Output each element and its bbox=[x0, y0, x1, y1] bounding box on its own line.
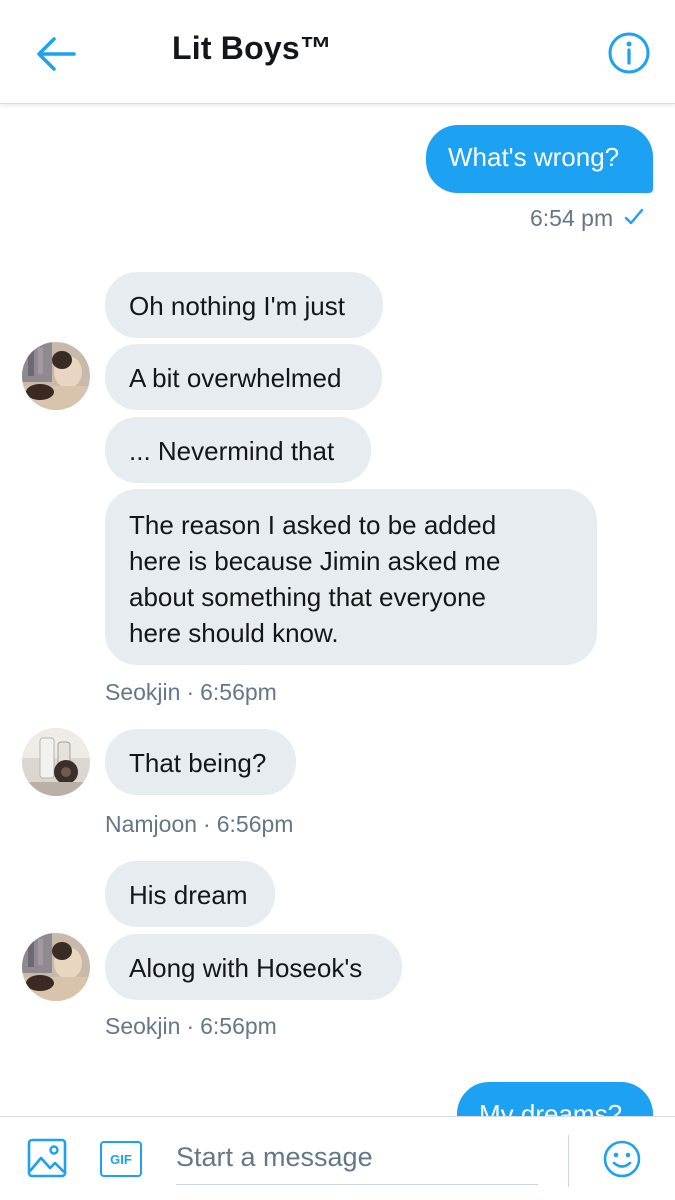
received-message[interactable]: His dream bbox=[105, 861, 275, 927]
message-time: 6:56pm bbox=[200, 1013, 277, 1039]
avatar-seokjin[interactable] bbox=[22, 933, 90, 1001]
message-text: What's wrong? bbox=[448, 142, 620, 172]
info-button[interactable] bbox=[606, 30, 652, 76]
message-text: My dreams? bbox=[479, 1099, 623, 1116]
message-text-line: here should know. bbox=[129, 618, 339, 648]
received-message[interactable]: That being? bbox=[105, 729, 296, 795]
add-media-button[interactable] bbox=[26, 1137, 68, 1179]
conversation-title[interactable]: Lit Boys™ bbox=[172, 30, 332, 67]
image-icon bbox=[27, 1138, 67, 1178]
sent-message[interactable]: My dreams? bbox=[457, 1082, 653, 1116]
received-message[interactable]: ... Nevermind that bbox=[105, 417, 371, 483]
arrow-left-icon bbox=[37, 37, 76, 71]
avatar-seokjin[interactable] bbox=[22, 342, 90, 410]
conversation-header: Lit Boys™ bbox=[0, 0, 675, 104]
info-icon bbox=[608, 32, 650, 74]
received-message[interactable]: Oh nothing I'm just bbox=[105, 272, 383, 338]
message-text: That being? bbox=[129, 748, 267, 778]
message-text-line: The reason I asked to be added bbox=[129, 510, 497, 540]
message-text: His dream bbox=[129, 880, 248, 910]
message-input[interactable] bbox=[176, 1131, 538, 1185]
gif-label: GIF bbox=[110, 1151, 132, 1167]
message-meta: Seokjin · 6:56pm bbox=[105, 679, 277, 705]
gif-button[interactable]: GIF bbox=[100, 1141, 142, 1177]
message-meta: Namjoon · 6:56pm bbox=[105, 811, 294, 837]
sender-name[interactable]: Namjoon bbox=[105, 811, 197, 837]
received-message[interactable]: The reason I asked to be added here is b… bbox=[105, 489, 597, 665]
emoji-button[interactable] bbox=[602, 1139, 642, 1179]
sender-name[interactable]: Seokjin bbox=[105, 679, 180, 705]
message-text: ... Nevermind that bbox=[129, 436, 335, 466]
emoji-icon bbox=[603, 1140, 641, 1178]
message-time: 6:56pm bbox=[216, 811, 294, 837]
composer-divider bbox=[568, 1135, 569, 1187]
message-text-line: here is because Jimin asked me bbox=[129, 546, 501, 576]
message-text-line: about something that everyone bbox=[129, 582, 487, 612]
avatar-namjoon[interactable] bbox=[22, 728, 90, 796]
message-text: A bit overwhelmed bbox=[129, 363, 342, 393]
sent-message[interactable]: What's wrong? bbox=[426, 125, 653, 193]
sender-name[interactable]: Seokjin bbox=[105, 1013, 180, 1039]
message-text: Oh nothing I'm just bbox=[129, 291, 345, 321]
message-time: 6:54 pm bbox=[530, 205, 614, 231]
received-message[interactable]: A bit overwhelmed bbox=[105, 344, 382, 410]
message-list[interactable]: What's wrong? 6:54 pm Oh nothing I'm jus… bbox=[0, 104, 675, 1116]
message-time: 6:56pm bbox=[200, 679, 277, 705]
received-message[interactable]: Along with Hoseok's bbox=[105, 934, 402, 1000]
back-button[interactable] bbox=[28, 28, 84, 80]
message-meta: Seokjin · 6:56pm bbox=[105, 1013, 277, 1039]
message-meta: 6:54 pm bbox=[530, 205, 645, 233]
message-text: Along with Hoseok's bbox=[129, 953, 363, 983]
message-composer: GIF bbox=[0, 1116, 675, 1200]
read-check-icon bbox=[623, 206, 645, 233]
